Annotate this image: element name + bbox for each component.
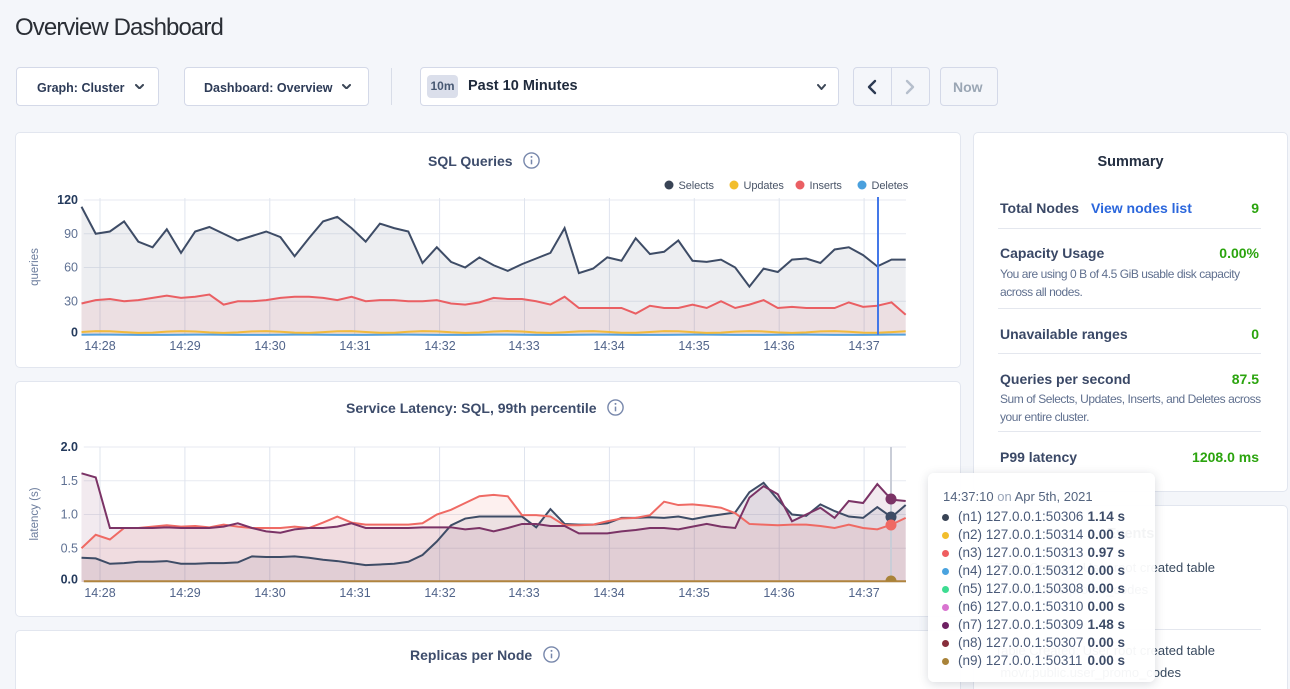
svg-text:2.0: 2.0 [61, 440, 78, 454]
svg-text:queries: queries [29, 248, 41, 286]
svg-text:1.5: 1.5 [61, 474, 78, 488]
svg-text:60: 60 [64, 261, 78, 275]
svg-text:latency (s): latency (s) [29, 487, 41, 540]
svg-text:14:33: 14:33 [508, 339, 539, 353]
svg-text:0.0: 0.0 [61, 573, 78, 587]
svg-text:Updates: Updates [744, 180, 785, 192]
svg-text:14:31: 14:31 [339, 586, 370, 600]
svg-text:14:32: 14:32 [424, 339, 455, 353]
svg-text:90: 90 [64, 227, 78, 241]
svg-text:14:30: 14:30 [254, 586, 285, 600]
svg-text:14:34: 14:34 [593, 586, 624, 600]
svg-text:14:28: 14:28 [84, 586, 115, 600]
svg-text:14:28: 14:28 [84, 339, 115, 353]
svg-text:14:35: 14:35 [678, 339, 709, 353]
svg-text:14:35: 14:35 [678, 586, 709, 600]
svg-text:14:36: 14:36 [763, 339, 794, 353]
svg-text:Selects: Selects [679, 180, 715, 192]
svg-text:Deletes: Deletes [872, 180, 909, 192]
svg-text:14:36: 14:36 [763, 586, 794, 600]
svg-text:0: 0 [71, 326, 78, 340]
svg-text:30: 30 [64, 294, 78, 308]
svg-text:0.5: 0.5 [61, 541, 78, 555]
svg-text:1.0: 1.0 [61, 508, 78, 522]
svg-text:14:37: 14:37 [848, 339, 879, 353]
svg-text:14:34: 14:34 [593, 339, 624, 353]
svg-text:14:37: 14:37 [848, 586, 879, 600]
svg-text:14:32: 14:32 [424, 586, 455, 600]
svg-text:Inserts: Inserts [810, 180, 843, 192]
svg-text:14:29: 14:29 [169, 586, 200, 600]
svg-text:14:33: 14:33 [508, 586, 539, 600]
svg-text:14:31: 14:31 [339, 339, 370, 353]
svg-text:14:29: 14:29 [169, 339, 200, 353]
svg-text:120: 120 [57, 193, 78, 207]
svg-text:14:30: 14:30 [254, 339, 285, 353]
